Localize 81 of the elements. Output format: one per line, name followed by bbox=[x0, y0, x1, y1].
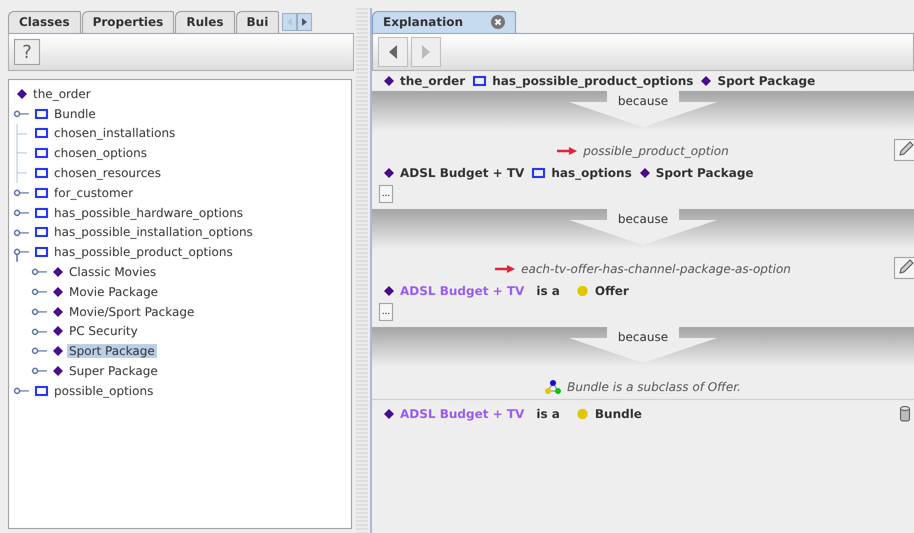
individual-name: ADSL Budget + TV bbox=[400, 407, 524, 421]
tree-item[interactable]: chosen_options bbox=[52, 146, 149, 160]
justification-text: Bundle is a subclass of Offer. bbox=[567, 380, 741, 394]
edit-button[interactable] bbox=[894, 139, 914, 161]
class-icon bbox=[576, 409, 589, 419]
individual-icon bbox=[384, 76, 394, 86]
property-name: has_possible_product_options bbox=[492, 74, 694, 88]
right-arrow-icon bbox=[302, 18, 308, 26]
tree-item[interactable]: chosen_installations bbox=[52, 126, 178, 140]
individual-icon bbox=[17, 88, 27, 99]
individual-icon bbox=[53, 286, 63, 297]
justification-text: each-tv-offer-has-channel-package-as-option bbox=[521, 262, 791, 276]
tree-item[interactable]: for_customer bbox=[52, 186, 136, 200]
pencil-icon bbox=[898, 258, 914, 274]
tab[interactable]: Rules bbox=[175, 11, 235, 33]
individual-icon bbox=[384, 409, 394, 419]
scroll-right-button[interactable] bbox=[297, 13, 312, 31]
tree-item[interactable]: Movie/Sport Package bbox=[67, 304, 196, 319]
property-icon bbox=[35, 128, 48, 138]
because-arrow: because bbox=[569, 209, 717, 245]
statement-text: is a bbox=[536, 407, 560, 421]
left-arrow-icon bbox=[389, 45, 397, 59]
help-button[interactable]: ? bbox=[14, 39, 40, 65]
edit-button[interactable] bbox=[894, 257, 914, 279]
individual-name: the_order bbox=[400, 74, 466, 88]
tree-item[interactable]: has_possible_product_options bbox=[52, 245, 235, 260]
justification-text: possible_product_option bbox=[583, 144, 729, 158]
class-icon bbox=[576, 286, 589, 296]
individual-name: Sport Package bbox=[717, 74, 816, 88]
tab[interactable]: Explanation bbox=[372, 11, 516, 33]
arrow-icon bbox=[495, 264, 516, 274]
property-icon bbox=[35, 108, 48, 119]
tree-item[interactable]: chosen_resources bbox=[52, 166, 163, 180]
class-name: Bundle bbox=[594, 407, 642, 421]
tree-item[interactable]: PC Security bbox=[67, 324, 140, 338]
tree-item[interactable]: Super Package bbox=[67, 364, 160, 378]
tree-item[interactable]: the_order bbox=[31, 86, 93, 101]
close-icon[interactable] bbox=[491, 15, 506, 29]
tab[interactable]: Classes bbox=[8, 11, 81, 33]
tree-item[interactable]: possible_options bbox=[52, 384, 156, 398]
property-name: has_options bbox=[551, 166, 632, 180]
property-icon bbox=[35, 247, 48, 258]
property-icon bbox=[35, 386, 48, 396]
individual-name: Sport Package bbox=[656, 166, 754, 180]
tree-item[interactable]: Movie Package bbox=[67, 284, 160, 299]
property-icon bbox=[35, 148, 48, 158]
tab[interactable]: Bui bbox=[236, 11, 280, 33]
tree-item[interactable]: Sport Package bbox=[67, 344, 157, 358]
more-button[interactable]: ... bbox=[379, 185, 393, 203]
individual-icon bbox=[53, 326, 63, 336]
more-button[interactable]: ... bbox=[379, 303, 393, 321]
individual-name: ADSL Budget + TV bbox=[400, 284, 524, 298]
individual-icon bbox=[701, 76, 712, 86]
tree-item[interactable]: Classic Movies bbox=[67, 265, 158, 280]
property-icon bbox=[35, 168, 48, 178]
right-arrow-icon bbox=[422, 45, 430, 59]
individual-icon bbox=[384, 286, 394, 296]
property-icon bbox=[473, 76, 486, 86]
individual-icon bbox=[384, 168, 394, 178]
property-icon bbox=[35, 227, 48, 238]
property-icon bbox=[35, 208, 48, 218]
individual-icon bbox=[53, 267, 63, 278]
class-name: Offer bbox=[594, 284, 629, 298]
tab[interactable]: Properties bbox=[82, 11, 174, 33]
statement-text: is a bbox=[536, 284, 560, 298]
pencil-icon bbox=[898, 140, 914, 156]
hierarchy-icon bbox=[545, 380, 562, 394]
arrow-icon bbox=[557, 146, 578, 156]
individual-icon bbox=[53, 346, 63, 356]
individual-name: ADSL Budget + TV bbox=[400, 166, 524, 180]
tree-item[interactable]: has_possible_hardware_options bbox=[52, 206, 246, 220]
property-icon bbox=[532, 168, 546, 178]
tree-item[interactable]: Bundle bbox=[52, 106, 98, 121]
individual-icon bbox=[640, 168, 650, 178]
property-icon bbox=[35, 188, 48, 198]
individual-icon bbox=[53, 366, 63, 376]
individual-icon bbox=[53, 306, 63, 317]
because-arrow: because bbox=[569, 327, 717, 363]
tree-item[interactable]: has_possible_installation_options bbox=[52, 225, 255, 240]
back-button[interactable] bbox=[378, 37, 408, 67]
because-arrow: because bbox=[569, 91, 717, 127]
